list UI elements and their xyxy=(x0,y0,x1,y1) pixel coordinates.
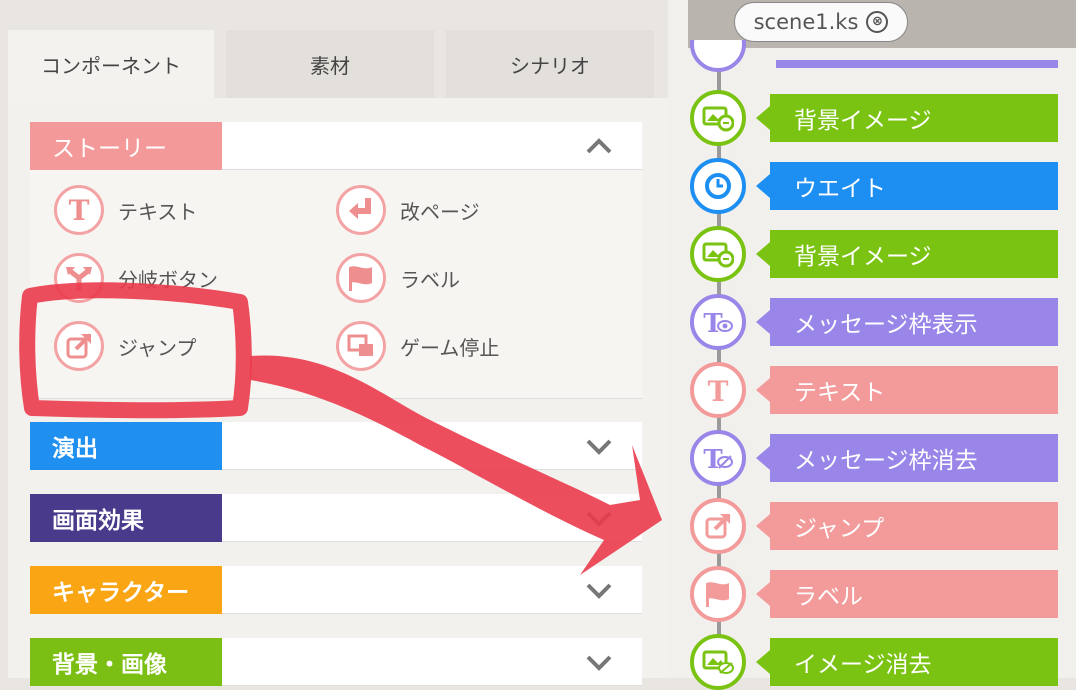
timeline-pointer xyxy=(756,378,770,402)
timeline-pointer xyxy=(756,310,770,334)
timeline-item[interactable]: 背景イメージ xyxy=(690,226,1076,282)
jump-icon xyxy=(54,321,104,371)
tab-scenario[interactable]: シナリオ xyxy=(446,30,654,98)
scene-tab-label: scene1.ks xyxy=(753,10,859,34)
tab-components[interactable]: コンポーネント xyxy=(8,30,214,98)
timeline-item-label: テキスト xyxy=(770,366,1058,414)
flag-icon xyxy=(690,566,746,622)
timeline-item-label: ジャンプ xyxy=(770,502,1058,550)
close-icon[interactable]: ⊗ xyxy=(866,11,889,33)
chevron-up-icon[interactable] xyxy=(584,134,614,158)
timeline-bar-partial xyxy=(776,60,1058,68)
section-character-label: キャラクター xyxy=(30,566,222,614)
scene-tab-bar: scene1.ks ⊗ xyxy=(688,0,1076,48)
timeline-pointer xyxy=(756,582,770,606)
scenario-panel: scene1.ks ⊗ 背景イメージ ウエイト 背景イメージ T メッセージ枠表示 T テキ… xyxy=(668,0,1076,690)
timeline-item[interactable]: T メッセージ枠消去 xyxy=(690,430,1076,486)
component-branch-button[interactable]: 分岐ボタン xyxy=(54,250,218,306)
story-components: T テキスト 改ページ 分岐ボタン ラベル ジャンプ ゲーム停止 xyxy=(30,170,642,399)
branch-icon xyxy=(54,253,104,303)
section-effect[interactable]: 演出 xyxy=(30,422,642,470)
background-image-icon xyxy=(690,226,746,282)
section-background-image-label: 背景・画像 xyxy=(30,638,222,686)
section-background-image[interactable]: 背景・画像 xyxy=(30,638,642,686)
section-effect-label: 演出 xyxy=(30,422,222,470)
component-jump-label: ジャンプ xyxy=(118,335,197,360)
component-page-break[interactable]: 改ページ xyxy=(336,182,480,238)
timeline-pointer xyxy=(756,650,770,674)
scene-tab[interactable]: scene1.ks ⊗ xyxy=(734,2,908,42)
clock-icon xyxy=(690,158,746,214)
timeline-item[interactable]: T メッセージ枠表示 xyxy=(690,294,1076,350)
text-icon: T xyxy=(690,362,746,418)
component-label-label: ラベル xyxy=(400,267,460,292)
section-screen-effect-label: 画面効果 xyxy=(30,494,222,542)
component-game-stop-label: ゲーム停止 xyxy=(400,335,500,360)
component-page-break-label: 改ページ xyxy=(400,199,480,224)
text-icon: T xyxy=(54,185,104,235)
timeline-pointer xyxy=(756,174,770,198)
timeline-item-label: ウエイト xyxy=(770,162,1058,210)
section-story-label: ストーリー xyxy=(30,122,222,170)
timeline-item[interactable]: ウエイト xyxy=(690,158,1076,214)
tab-materials[interactable]: 素材 xyxy=(226,30,434,98)
message-hide-icon: T xyxy=(690,430,746,486)
svg-text:T: T xyxy=(69,195,90,225)
timeline-item-label: イメージ消去 xyxy=(770,638,1058,686)
chevron-down-icon[interactable] xyxy=(584,506,614,530)
game-stop-icon xyxy=(336,321,386,371)
section-screen-effect[interactable]: 画面効果 xyxy=(30,494,642,542)
jump-icon xyxy=(690,498,746,554)
timeline-item[interactable]: T テキスト xyxy=(690,362,1076,418)
timeline-item[interactable]: 背景イメージ xyxy=(690,90,1076,146)
timeline-pointer xyxy=(756,514,770,538)
flag-icon xyxy=(336,253,386,303)
timeline-item-label: 背景イメージ xyxy=(770,94,1058,142)
component-label[interactable]: ラベル xyxy=(336,250,460,306)
timeline-pointer xyxy=(756,106,770,130)
component-game-stop[interactable]: ゲーム停止 xyxy=(336,318,499,374)
timeline-item[interactable]: ジャンプ xyxy=(690,498,1076,554)
timeline-item-label: メッセージ枠表示 xyxy=(770,298,1058,346)
chevron-down-icon[interactable] xyxy=(584,578,614,602)
image-clear-icon xyxy=(690,634,746,690)
section-character[interactable]: キャラクター xyxy=(30,566,642,614)
component-panel: コンポーネント 素材 シナリオ ストーリー T テキスト 改ページ 分岐ボタン xyxy=(0,0,668,686)
component-text-label: テキスト xyxy=(118,199,198,224)
timeline-pointer xyxy=(756,242,770,266)
chevron-down-icon[interactable] xyxy=(584,434,614,458)
component-jump[interactable]: ジャンプ xyxy=(54,318,196,374)
svg-text:T: T xyxy=(708,375,729,405)
component-text[interactable]: T テキスト xyxy=(54,182,197,238)
timeline-item-label: メッセージ枠消去 xyxy=(770,434,1058,482)
message-show-icon: T xyxy=(690,294,746,350)
timeline-item-label: 背景イメージ xyxy=(770,230,1058,278)
chevron-down-icon[interactable] xyxy=(584,650,614,674)
background-image-icon xyxy=(690,90,746,146)
timeline-node-partial xyxy=(690,40,746,74)
timeline-item[interactable]: ラベル xyxy=(690,566,1076,622)
page-break-icon xyxy=(336,185,386,235)
timeline-pointer xyxy=(756,446,770,470)
section-story[interactable]: ストーリー xyxy=(30,122,642,170)
timeline-item-label: ラベル xyxy=(770,570,1058,618)
component-branch-button-label: 分岐ボタン xyxy=(118,267,218,292)
timeline-item[interactable]: イメージ消去 xyxy=(690,634,1076,690)
